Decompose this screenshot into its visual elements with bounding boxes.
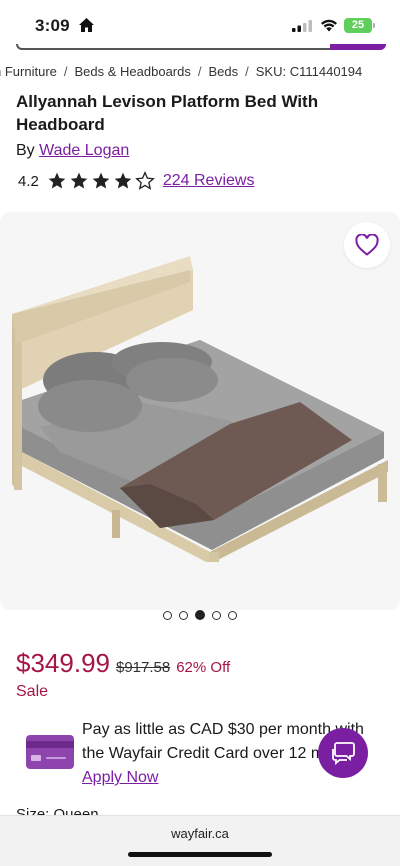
gallery-dot[interactable]: [163, 610, 172, 620]
breadcrumb-separator: /: [245, 64, 249, 79]
home-icon: [79, 18, 94, 32]
battery-icon: 25: [344, 18, 372, 33]
price-row: $349.99 $917.58 62% Off: [16, 648, 230, 679]
breadcrumb-separator: /: [197, 64, 202, 79]
gallery-dot[interactable]: [212, 610, 221, 620]
star-icon: [92, 172, 110, 189]
star-icon: [70, 172, 88, 189]
bed-product-image: [12, 256, 388, 562]
star-icon: [114, 172, 132, 189]
star-icon: [48, 172, 66, 189]
breadcrumb-leading-fragment: n: [0, 64, 1, 79]
reviews-link[interactable]: 224 Reviews: [163, 172, 255, 190]
discount-badge: 62% Off: [176, 659, 231, 676]
status-time: 3:09: [35, 16, 70, 35]
gallery-dot[interactable]: [228, 610, 237, 620]
home-indicator: [128, 852, 272, 857]
breadcrumb: n Furniture / Beds & Headboards / Beds / SKU: …: [0, 64, 400, 79]
gallery-dot-active[interactable]: [195, 610, 205, 620]
heart-icon: [355, 234, 379, 256]
browser-address-bar[interactable]: wayfair.ca: [0, 815, 400, 866]
breadcrumb-separator: /: [63, 64, 68, 79]
original-price: $917.58: [115, 659, 171, 676]
breadcrumb-item-beds[interactable]: Beds: [209, 64, 239, 79]
chat-button[interactable]: [318, 728, 368, 778]
rating-row: 4.2 224 Reviews: [18, 171, 254, 191]
favorite-button[interactable]: [344, 222, 390, 268]
rating-value: 4.2: [18, 172, 39, 190]
signal-icon: [292, 20, 312, 32]
by-prefix: By: [16, 142, 35, 159]
url-text: wayfair.ca: [171, 826, 229, 841]
sale-price: $349.99: [16, 648, 110, 678]
sale-label: Sale: [16, 683, 49, 700]
brand-link[interactable]: Wade Logan: [39, 142, 129, 159]
product-image-gallery[interactable]: [0, 212, 400, 610]
brand-line: By Wade Logan: [16, 142, 129, 160]
wifi-icon: [321, 19, 337, 32]
gallery-pagination: [163, 610, 237, 620]
status-bar: 3:09 25: [0, 0, 400, 50]
breadcrumb-item-furniture[interactable]: n Furniture: [0, 64, 57, 79]
credit-card-icon: [26, 735, 74, 769]
gallery-dot[interactable]: [179, 610, 188, 620]
chat-icon: [332, 742, 355, 765]
breadcrumb-item-beds-headboards[interactable]: Beds & Headboards: [75, 64, 191, 79]
search-button-edge[interactable]: [330, 44, 386, 50]
battery-tip: [373, 23, 375, 28]
star-outline-icon: [134, 171, 155, 190]
star-rating: [47, 171, 155, 191]
breadcrumb-sku: SKU: C111440194: [255, 64, 363, 79]
product-title: Allyannah Levison Platform Bed With Head…: [16, 92, 319, 134]
